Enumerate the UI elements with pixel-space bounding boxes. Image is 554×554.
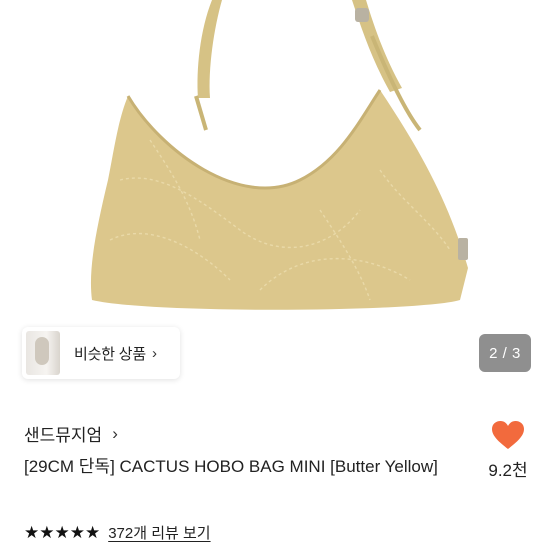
similar-products-label: 비슷한 상품 xyxy=(74,345,146,363)
like-count: 9.2천 xyxy=(488,461,528,480)
star-rating-icon: ★★★★★ xyxy=(24,522,101,542)
chevron-right-icon: › xyxy=(151,344,157,362)
rating-row[interactable]: ★★★★★ 372개 리뷰 보기 xyxy=(24,522,211,543)
review-link[interactable]: 372개 리뷰 보기 xyxy=(108,522,210,543)
like-button[interactable]: 9.2천 xyxy=(480,420,536,481)
brand-name: 샌드뮤지엄 xyxy=(24,426,103,445)
brand-link[interactable]: 샌드뮤지엄 › xyxy=(24,421,118,446)
image-page-indicator: 2 / 3 xyxy=(479,334,531,372)
similar-product-thumbnail xyxy=(26,331,60,375)
product-title: [29CM 단독] CACTUS HOBO BAG MINI [Butter Y… xyxy=(24,457,438,476)
chevron-right-icon: › xyxy=(112,423,118,443)
similar-products-button[interactable]: 비슷한 상품 › xyxy=(22,327,180,379)
heart-icon xyxy=(492,421,524,449)
